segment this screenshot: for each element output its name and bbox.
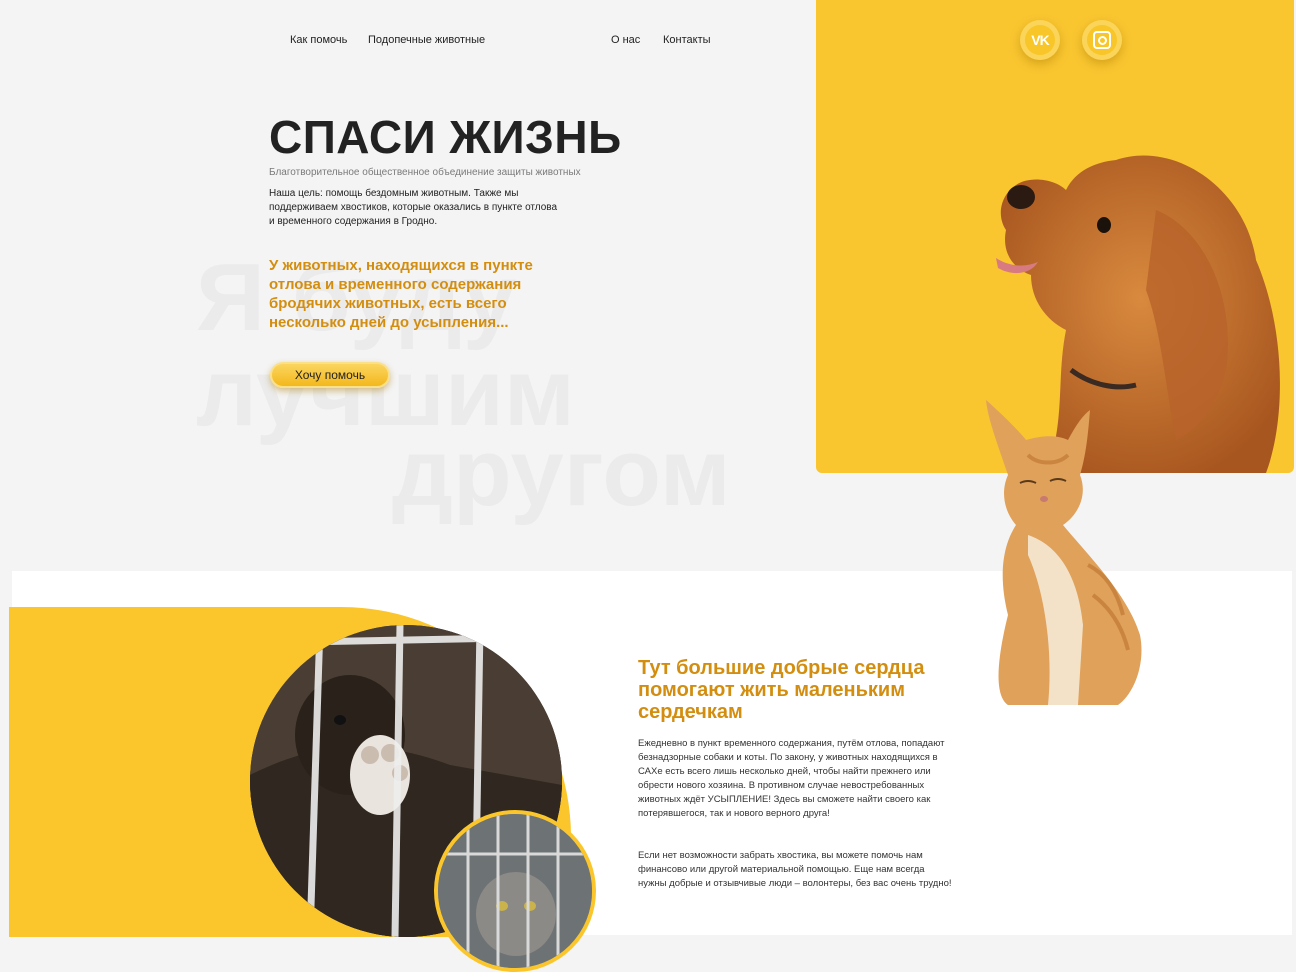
want-to-help-button[interactable]: Хочу помочь [270, 362, 390, 388]
hero-warning-text: У животных, находящихся в пункте отлова … [269, 257, 533, 331]
caged-cat-photo [434, 810, 596, 972]
instagram-icon [1093, 31, 1111, 49]
cat-photo [986, 400, 1142, 705]
about-paragraph: Если нет возможности забрать хвостика, в… [638, 850, 952, 889]
hero-subtitle: Благотворительное общественное объединен… [269, 167, 581, 178]
instagram-button[interactable] [1082, 20, 1122, 60]
vk-button[interactable]: VK [1020, 20, 1060, 60]
nav-link-how-to-help[interactable]: Как помочь [290, 34, 347, 46]
hero-goal-text: Наша цель: помощь бездомным животным. Та… [269, 188, 558, 227]
about-paragraph: Ежедневно в пункт временного содержания,… [638, 738, 945, 819]
main-nav: Как помочь Подопечные животные О нас Кон… [0, 34, 816, 48]
hero-title: СПАСИ ЖИЗНЬ [269, 111, 622, 163]
nav-link-contacts[interactable]: Контакты [663, 34, 711, 46]
vk-icon: VK [1031, 32, 1049, 48]
nav-link-about[interactable]: О нас [611, 34, 640, 46]
hero-watermark-line: другом [392, 419, 731, 526]
nav-link-animals[interactable]: Подопечные животные [368, 34, 485, 46]
about-title: Тут большие добрые сердца помогают жить … [638, 657, 925, 723]
